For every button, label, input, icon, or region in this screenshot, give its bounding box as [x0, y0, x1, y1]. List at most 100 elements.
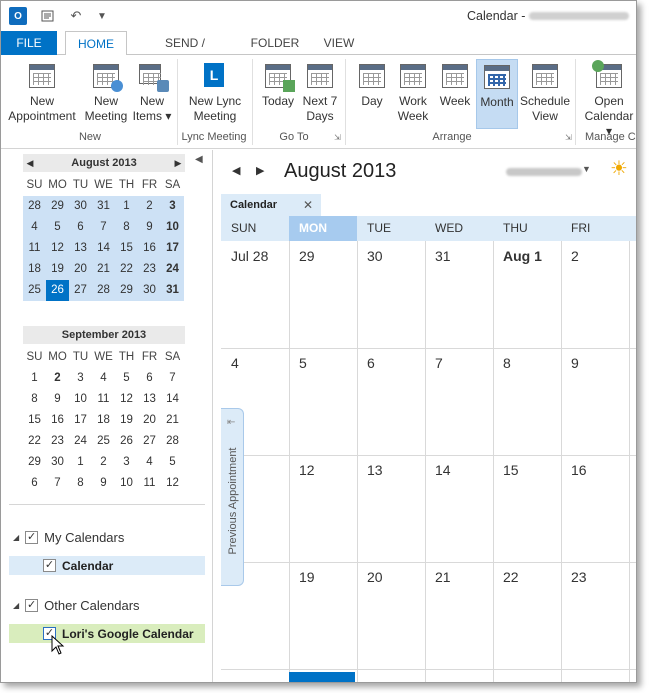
other-calendars-checkbox[interactable]: ✓ — [25, 599, 39, 612]
mini-calendar-day[interactable]: 31 — [92, 196, 115, 217]
mini-calendar-day[interactable]: 5 — [161, 452, 184, 473]
undo-icon[interactable]: ↶ — [67, 7, 85, 25]
day-cell[interactable]: 16 — [561, 455, 636, 562]
mini-calendar-day[interactable]: 25 — [92, 431, 115, 452]
mini-calendar-day[interactable]: 18 — [23, 259, 46, 280]
tab-send-receive[interactable]: SEND / RECEIVE — [141, 31, 229, 74]
day-cell[interactable]: 9 — [561, 348, 636, 455]
day-cell[interactable]: 2 — [561, 241, 636, 348]
arrange-launcher-icon[interactable]: ⇲ — [565, 133, 572, 142]
mini-calendar-day[interactable]: 10 — [161, 217, 184, 238]
mini-calendar-day[interactable]: 22 — [115, 259, 138, 280]
mini-calendar-day[interactable]: 28 — [23, 196, 46, 217]
mini-calendar-day[interactable]: 12 — [46, 238, 69, 259]
mini-calendar-day[interactable]: 10 — [69, 389, 92, 410]
day-cell[interactable]: 30 — [357, 241, 425, 348]
new-items-button[interactable]: New Items ▾ — [131, 59, 173, 129]
mini-calendar-day[interactable]: 1 — [23, 368, 46, 389]
new-meeting-button[interactable]: New Meeting — [81, 59, 131, 129]
mini-calendar-day[interactable]: 24 — [161, 259, 184, 280]
mini-calendar-day[interactable]: 16 — [138, 238, 161, 259]
day-cell[interactable]: 19 — [289, 562, 357, 669]
day-cell[interactable]: 14 — [425, 455, 493, 562]
schedule-view-button[interactable]: Schedule View — [519, 59, 571, 129]
day-cell[interactable]: 12 — [289, 455, 357, 562]
mini-calendar-day[interactable]: 24 — [69, 431, 92, 452]
mini-calendar-day[interactable]: 14 — [92, 238, 115, 259]
calendar-checkbox[interactable]: ✓ — [43, 559, 56, 572]
close-icon[interactable]: ✕ — [303, 194, 313, 216]
mini-calendar-day[interactable]: 4 — [138, 452, 161, 473]
mini-calendar-day[interactable]: 13 — [138, 389, 161, 410]
go-to-launcher-icon[interactable]: ⇲ — [334, 133, 341, 142]
mini-calendar-day[interactable]: 4 — [23, 217, 46, 238]
mini-calendar-day[interactable]: 1 — [69, 452, 92, 473]
week-view-button[interactable]: Week — [435, 59, 475, 129]
mini-calendar-day[interactable]: 9 — [138, 217, 161, 238]
day-cell[interactable]: 8 — [493, 348, 561, 455]
calendar-item-google[interactable]: ✓ Lori's Google Calendar — [9, 624, 205, 643]
mini-calendar-day[interactable]: 2 — [46, 368, 69, 389]
mini-calendar-day[interactable]: 3 — [161, 196, 184, 217]
mini-calendar-day[interactable]: 8 — [69, 473, 92, 494]
mini-calendar-day[interactable]: 29 — [23, 452, 46, 473]
mini-calendar-day[interactable]: 23 — [46, 431, 69, 452]
mini-calendar-day[interactable]: 9 — [92, 473, 115, 494]
mini-calendar-day[interactable]: 28 — [92, 280, 115, 301]
mini-calendar-day[interactable]: 21 — [161, 410, 184, 431]
mini-calendar-day[interactable]: 17 — [69, 410, 92, 431]
mini-calendar-day[interactable]: 8 — [23, 389, 46, 410]
prev-month-icon[interactable]: ◀ — [23, 154, 37, 172]
mini-calendar-day[interactable]: 7 — [161, 368, 184, 389]
mini-calendar-day[interactable]: 15 — [23, 410, 46, 431]
mini-calendar-day[interactable]: 12 — [161, 473, 184, 494]
mini-calendar-day[interactable]: 8 — [115, 217, 138, 238]
mini-calendar-day[interactable]: 30 — [138, 280, 161, 301]
month-view-button[interactable]: Month — [476, 59, 518, 129]
day-cell[interactable]: Aug 1 — [493, 241, 561, 348]
mini-calendar-day[interactable]: 19 — [46, 259, 69, 280]
mini-calendar-day[interactable]: 30 — [69, 196, 92, 217]
mini-calendar-day[interactable]: 6 — [69, 217, 92, 238]
next-month-icon[interactable]: ▶ — [256, 164, 264, 177]
mini-calendar-day[interactable]: 21 — [92, 259, 115, 280]
mini-calendar-day[interactable]: 30 — [46, 452, 69, 473]
mini-calendar-day[interactable]: 3 — [69, 368, 92, 389]
send-receive-icon[interactable] — [39, 7, 57, 25]
mini-calendar-day[interactable]: 26 — [115, 431, 138, 452]
expand-triangle-icon[interactable]: ◢ — [13, 601, 19, 610]
other-calendars-group[interactable]: ◢ ✓ Other Calendars — [13, 598, 140, 613]
mini-calendar-day[interactable]: 10 — [115, 473, 138, 494]
mini-calendar-day[interactable]: 1 — [115, 196, 138, 217]
mini-calendar-day[interactable]: 17 — [161, 238, 184, 259]
day-cell[interactable]: 15 — [493, 455, 561, 562]
mini-calendar-day[interactable]: 28 — [161, 431, 184, 452]
mini-calendar-day[interactable]: 5 — [115, 368, 138, 389]
mini-calendar-day[interactable]: 20 — [69, 259, 92, 280]
mini-calendar-day[interactable]: 11 — [138, 473, 161, 494]
mini-calendar-day[interactable]: 7 — [46, 473, 69, 494]
customize-quick-access-icon[interactable]: ▼ — [93, 7, 111, 25]
mini-calendar-day[interactable]: 6 — [138, 368, 161, 389]
day-cell[interactable]: 6 — [357, 348, 425, 455]
mini-calendar-day[interactable]: 9 — [46, 389, 69, 410]
mini-calendar-day[interactable]: 19 — [115, 410, 138, 431]
mini-calendar-day[interactable]: 2 — [92, 452, 115, 473]
mini-calendar-day[interactable]: 5 — [46, 217, 69, 238]
day-cell[interactable]: 7 — [425, 348, 493, 455]
mini-calendar-day[interactable]: 14 — [161, 389, 184, 410]
day-cell[interactable]: 13 — [357, 455, 425, 562]
outlook-app-icon[interactable]: O — [9, 7, 27, 25]
mini-calendar-day[interactable]: 16 — [46, 410, 69, 431]
mini-calendar-day[interactable]: 29 — [46, 196, 69, 217]
today-button[interactable]: Today — [257, 59, 299, 129]
mini-calendar-day[interactable]: 3 — [115, 452, 138, 473]
mini-calendar-day[interactable]: 11 — [23, 238, 46, 259]
mini-calendar-day[interactable]: 15 — [115, 238, 138, 259]
mini-calendar-day[interactable]: 13 — [69, 238, 92, 259]
open-calendar-button[interactable]: Open Calendar ▾ — [581, 59, 636, 138]
day-cell[interactable]: 20 — [357, 562, 425, 669]
tab-view[interactable]: VIEW — [319, 31, 359, 55]
day-cell[interactable]: 21 — [425, 562, 493, 669]
day-cell[interactable]: 22 — [493, 562, 561, 669]
